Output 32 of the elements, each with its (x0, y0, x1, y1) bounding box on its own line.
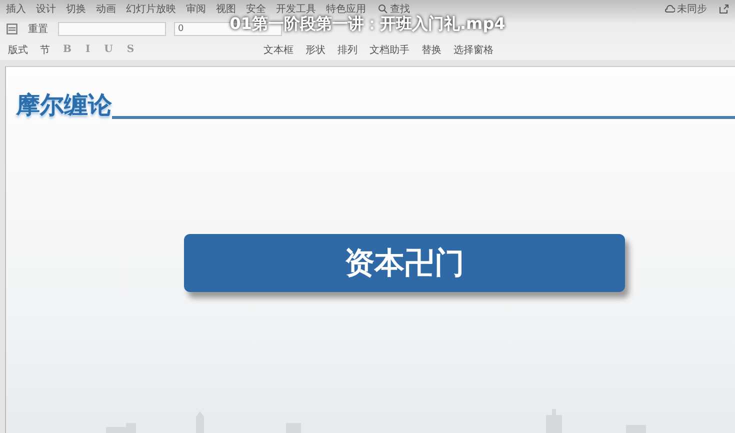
share-icon (719, 4, 729, 14)
toolbar-button[interactable]: 版式 (6, 42, 30, 56)
menu-tab[interactable]: 视图 (216, 2, 236, 16)
menu-tab[interactable]: 审阅 (186, 2, 206, 16)
toolbar-button[interactable]: 替换 (420, 42, 444, 56)
search-button[interactable]: 查找 (376, 2, 412, 16)
format-button[interactable]: U (101, 44, 116, 55)
toolbar-button[interactable]: 文本框 (262, 42, 296, 56)
sync-button[interactable]: 未同步 (663, 2, 709, 16)
menu-tab[interactable]: 设计 (36, 2, 56, 16)
toolbar-button[interactable]: 排列 (336, 42, 360, 56)
format-button[interactable]: I (82, 44, 94, 55)
menu-tab[interactable]: 插入 (6, 2, 26, 16)
layout-icon (6, 22, 18, 34)
title-banner: 资本卍门 (184, 234, 625, 292)
toolbar-button[interactable]: 选择窗格 (452, 42, 496, 56)
search-icon (378, 4, 388, 14)
menu-tab[interactable]: 动画 (96, 2, 116, 16)
font-field[interactable] (58, 22, 166, 36)
menu-tab[interactable]: 幻灯片放映 (126, 2, 176, 16)
format-button[interactable]: B (60, 44, 74, 55)
menu-tab[interactable]: 特色应用 (326, 2, 366, 16)
toolbar-button[interactable]: 形状 (304, 42, 328, 56)
reset-button[interactable]: 重置 (26, 22, 50, 36)
toolbar-button[interactable]: 节 (38, 42, 52, 56)
menu-tab[interactable]: 切换 (66, 2, 86, 16)
menu-tab[interactable]: 安全 (246, 2, 266, 16)
format-button[interactable]: S (124, 44, 138, 55)
cloud-icon (665, 4, 675, 14)
menu-tab[interactable]: 开发工具 (276, 2, 316, 16)
slide-heading: 摩尔缠论 (16, 90, 112, 121)
toolbar-button[interactable]: 文档助手 (368, 42, 412, 56)
